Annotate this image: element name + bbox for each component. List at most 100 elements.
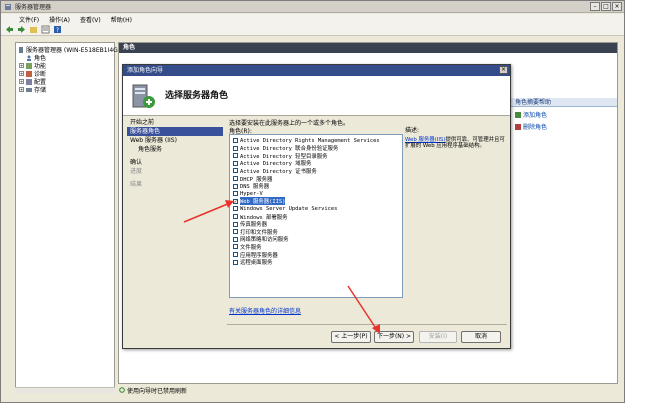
tree-item-storage[interactable]: + 存储 [19, 85, 46, 94]
role-checkbox[interactable] [233, 176, 238, 181]
role-checkbox[interactable]: ✓ [233, 198, 238, 204]
step-results: 结果 [130, 181, 143, 188]
description-text: Web 服务器(IIS)提供可靠、可管理并且可扩展的 Web 应用程序基础结构。 [405, 137, 505, 149]
next-button[interactable]: 下一步(N) > [374, 331, 414, 343]
install-button: 安装(I) [419, 331, 457, 343]
role-item[interactable]: DHCP 服务器 [233, 175, 272, 183]
more-about-roles-link[interactable]: 有关服务器角色的详细信息 [229, 306, 301, 315]
role-item[interactable]: Active Directory 联合身份验证服务 [233, 145, 338, 152]
svg-text:?: ? [56, 27, 59, 34]
step-confirmation[interactable]: 确认 [127, 158, 223, 167]
role-checkbox[interactable] [233, 252, 238, 257]
expand-icon[interactable]: + [19, 87, 24, 92]
dialog-header: 选择服务器角色 [123, 76, 510, 116]
role-checkbox[interactable] [233, 221, 238, 227]
step-role-services[interactable]: 角色服务 [127, 145, 223, 154]
menu-help[interactable]: 帮助(H) [111, 15, 132, 24]
back-arrow-icon[interactable] [5, 25, 14, 34]
role-checkbox[interactable] [233, 191, 238, 197]
role-checkbox[interactable] [233, 183, 238, 189]
wizard-content: 选择要安装在此服务器上的一个或多个角色。 角色(R): Active Direc… [229, 118, 509, 315]
dialog-title: 添加角色向导 [127, 67, 164, 74]
dialog-titlebar: 添加角色向导 × [123, 65, 510, 76]
help-icon[interactable]: ? [53, 25, 62, 34]
window-titlebar: 服务器管理器 – □ × [1, 1, 624, 13]
role-item[interactable]: ✓ Web 服务器(IIS) [233, 197, 286, 206]
role-item[interactable]: 传真服务器 [233, 221, 267, 228]
properties-icon[interactable] [41, 25, 50, 34]
menu-file[interactable]: 文件(F) [19, 15, 39, 24]
features-icon [26, 62, 32, 69]
roles-summary-help-header: 角色摘要帮助 [511, 98, 617, 107]
role-checkbox[interactable] [233, 160, 238, 166]
role-item[interactable]: 应用程序服务器 [233, 251, 278, 259]
tree-horizontal-scrollbar[interactable] [15, 387, 115, 394]
expand-icon[interactable]: + [19, 63, 24, 68]
role-item[interactable]: DNS 服务器 [233, 183, 269, 190]
role-checkbox[interactable] [233, 153, 238, 159]
role-item[interactable]: Active Directory 轻型目录服务 [233, 152, 328, 160]
toolbar: ? [1, 24, 624, 36]
refresh-icon [119, 387, 125, 393]
role-checkbox[interactable] [233, 145, 238, 151]
role-checkbox[interactable] [233, 236, 238, 242]
role-item[interactable]: 远程桌面服务 [233, 259, 272, 266]
menubar: 文件(F) 操作(A) 查看(V) 帮助(H) [1, 14, 624, 24]
role-item[interactable]: Windows 部署服务 [233, 213, 288, 221]
step-progress: 进度 [130, 168, 143, 175]
server-icon [19, 46, 23, 53]
role-item[interactable]: Active Directory 域服务 [233, 160, 311, 167]
maximize-button[interactable]: □ [601, 2, 611, 11]
up-folder-icon[interactable] [29, 25, 38, 34]
role-label: DNS 服务器 [240, 184, 270, 191]
step-before-you-begin[interactable]: 开始之前 [127, 118, 223, 127]
server-roles-wizard-icon [132, 84, 155, 108]
role-label: 远程桌面服务 [240, 260, 273, 267]
main-header: 角色 [119, 43, 617, 53]
role-item[interactable]: 网络策略和访问服务 [233, 236, 289, 243]
description-panel: 描述: Web 服务器(IIS)提供可靠、可管理并且可扩展的 Web 应用程序基… [405, 125, 505, 149]
role-label: Hyper-V [240, 190, 263, 197]
role-label: Web 服务器(IIS) [240, 197, 286, 206]
cancel-button[interactable]: 取消 [461, 331, 501, 343]
role-checkbox[interactable] [233, 138, 238, 143]
expand-icon[interactable]: + [19, 79, 24, 84]
role-checkbox[interactable] [233, 244, 238, 250]
wizard-steps: 开始之前 服务器角色 Web 服务器 (IIS) 角色服务 确认 进度 结果 [127, 118, 223, 348]
expand-icon[interactable]: + [19, 71, 24, 76]
menu-action[interactable]: 操作(A) [49, 15, 70, 24]
role-item[interactable]: Hyper-V [233, 190, 263, 197]
server-manager-icon [5, 4, 11, 10]
role-item[interactable]: Windows Server Update Services [233, 205, 337, 212]
description-label: 描述: [405, 127, 420, 134]
role-checkbox[interactable] [233, 259, 238, 265]
role-checkbox[interactable] [233, 168, 238, 174]
minimize-button[interactable]: – [590, 2, 600, 11]
status-bar: 使用向导时已禁用刷新 [115, 385, 624, 395]
role-checkbox[interactable] [233, 206, 238, 212]
roles-summary-help-panel: 角色摘要帮助 添加角色 删除角色 [511, 98, 617, 158]
remove-roles-icon [515, 123, 521, 130]
add-roles-link-label: 添加角色 [523, 112, 548, 119]
remove-roles-link[interactable]: 删除角色 [515, 122, 617, 131]
role-checkbox[interactable] [233, 229, 238, 235]
role-label: Windows Server Update Services [240, 205, 338, 212]
step-web-server-iis[interactable]: Web 服务器 (IIS) [127, 136, 223, 145]
storage-icon [26, 87, 32, 92]
tree-item-label: 存储 [34, 87, 47, 94]
role-item[interactable]: 文件服务 [233, 243, 262, 251]
close-button[interactable]: × [612, 2, 622, 11]
configuration-icon [26, 78, 32, 85]
dialog-close-button[interactable]: × [499, 66, 508, 74]
role-item[interactable]: Active Directory 证书服务 [233, 167, 317, 175]
add-roles-wizard-dialog: 添加角色向导 × 选择服务器角色 开始之前 服务器角色 Web 服务器 (IIS… [122, 64, 511, 349]
menu-view[interactable]: 查看(V) [80, 15, 101, 24]
add-roles-link[interactable]: 添加角色 [515, 110, 617, 119]
role-item[interactable]: Active Directory Rights Management Servi… [233, 137, 380, 144]
add-roles-icon [515, 111, 521, 118]
back-button[interactable]: < 上一步(P) [331, 331, 371, 343]
forward-arrow-icon[interactable] [17, 25, 26, 34]
role-item[interactable]: 打印和文件服务 [233, 228, 278, 236]
role-checkbox[interactable] [233, 214, 238, 219]
step-server-roles[interactable]: 服务器角色 [127, 127, 223, 136]
